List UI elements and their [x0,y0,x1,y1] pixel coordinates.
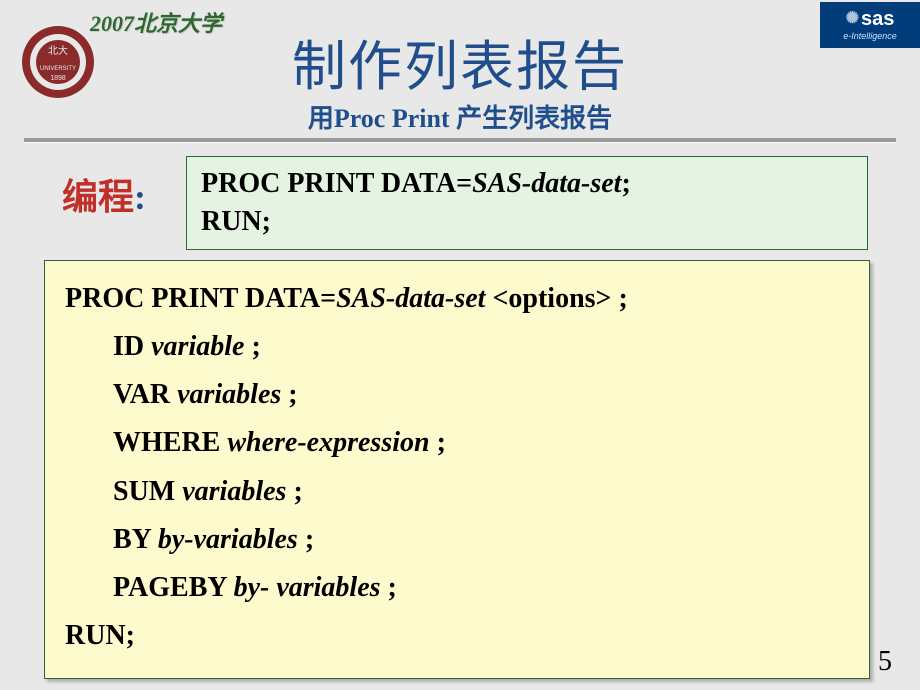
code-line: PROC PRINT DATA=SAS-data-set <options> ; [65,275,849,323]
header-divider [24,138,896,142]
yellow-code-box: PROC PRINT DATA=SAS-data-set <options> ;… [44,260,870,679]
code-text: ; [293,476,302,507]
code-text: PAGEBY [113,572,234,603]
code-italic: by-variables [158,524,305,555]
code-text: <options> ; [485,283,627,314]
section-label-text: 编程 [62,177,134,217]
code-text: ; [288,379,297,410]
code-text: ; [621,168,630,199]
code-italic: SAS-data-set [336,283,485,314]
subtitle-en: Proc Print [334,104,456,133]
code-text: PROC PRINT DATA= [201,168,472,199]
code-italic: by- variables [234,572,388,603]
code-line: ID variable ; [65,323,849,371]
code-text: ; [305,524,314,555]
code-line: RUN; [201,203,853,241]
code-text: ; [437,427,446,458]
slide-title: 制作列表报告 [0,22,920,101]
section-label-colon: : [134,177,146,217]
subtitle-pre: 用 [308,104,334,133]
green-code-box: PROC PRINT DATA=SAS-data-set; RUN; [186,156,868,250]
code-line: BY by-variables ; [65,516,849,564]
page-number: 5 [878,646,892,678]
code-text: BY [113,524,158,555]
section-label: 编程: [62,168,146,220]
subtitle-post: 产生列表报告 [456,104,612,133]
slide-subtitle: 用Proc Print 产生列表报告 [30,98,890,143]
code-line: PAGEBY by- variables ; [65,564,849,612]
code-text: VAR [113,379,177,410]
code-text: ID [113,331,151,362]
code-italic: variables [177,379,288,410]
code-line: WHERE where-expression ; [65,419,849,467]
code-italic: variable [151,331,251,362]
code-line: VAR variables ; [65,371,849,419]
code-text: SUM [113,476,182,507]
code-line: SUM variables ; [65,468,849,516]
slide-header: 2007北京大学 北大 UNIVERSITY 1898 ✺sas e-Intel… [0,0,920,140]
code-italic: SAS-data-set [472,168,621,199]
code-line: PROC PRINT DATA=SAS-data-set; [201,165,853,203]
code-text: WHERE [113,427,227,458]
code-text: PROC PRINT DATA= [65,283,336,314]
code-italic: variables [182,476,293,507]
code-text: ; [251,331,260,362]
code-text: ; [388,572,397,603]
code-italic: where-expression [227,427,436,458]
code-line: RUN; [65,612,849,660]
